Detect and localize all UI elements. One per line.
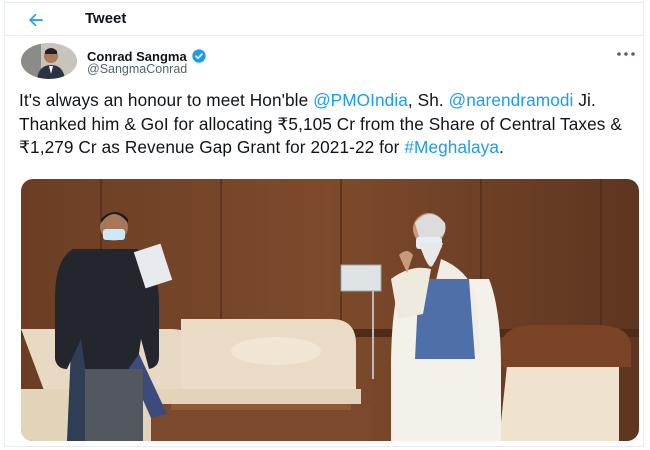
page-header: Tweet (5, 3, 643, 36)
hashtag-meghalaya-link[interactable]: #Meghalaya (404, 137, 499, 157)
mention-narendramodi-link[interactable]: @narendramodi (449, 90, 574, 110)
mention-pmoindia-link[interactable]: @PMOIndia (313, 90, 408, 110)
tweet-text-segment: It's always an honour to meet Hon'ble (19, 90, 314, 110)
tweet-text: It's always an honour to meet Hon'ble @P… (19, 89, 639, 160)
tweet-page: Tweet Conrad Sangma @SangmaConrad It's a… (4, 2, 644, 447)
tweet-text-segment: . (499, 137, 504, 157)
back-button[interactable] (23, 7, 49, 33)
arrow-left-icon (29, 13, 43, 27)
tweet-photo[interactable] (21, 179, 639, 441)
more-horizontal-icon (617, 52, 635, 56)
verified-badge-icon (192, 49, 206, 63)
avatar[interactable] (21, 43, 77, 79)
page-title: Tweet (85, 10, 127, 27)
author-handle[interactable]: @SangmaConrad (87, 62, 187, 76)
more-options-button[interactable] (613, 45, 639, 63)
tweet-text-segment: , Sh. (407, 90, 449, 110)
